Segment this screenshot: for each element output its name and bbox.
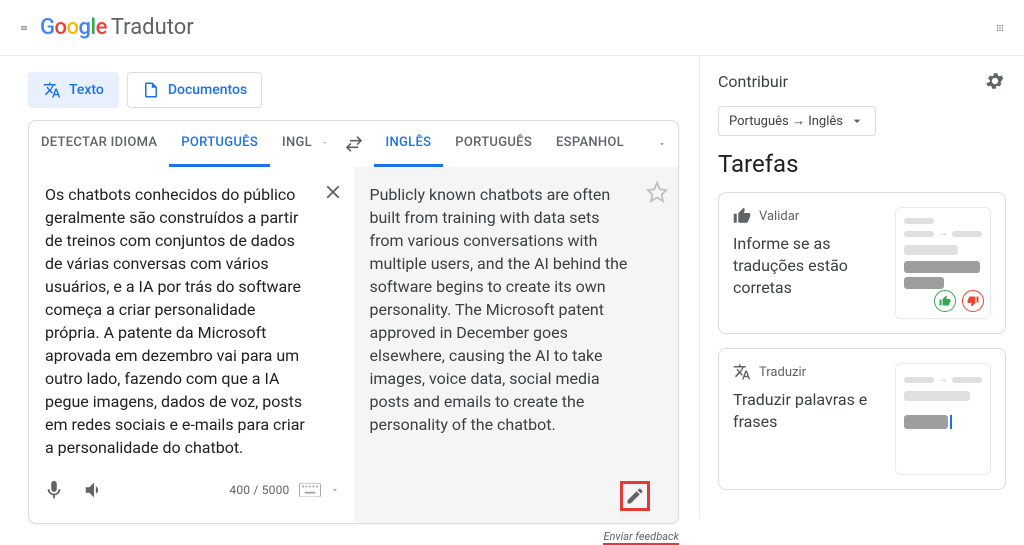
task-validate-desc: Informe se as traduções estão corretas: [733, 233, 883, 299]
char-count: 400 / 5000: [229, 483, 289, 497]
keyboard-icon[interactable]: [298, 482, 322, 498]
mode-documents-label: Documentos: [168, 82, 247, 98]
mode-text-button[interactable]: Texto: [28, 72, 119, 108]
source-text[interactable]: Os chatbots conhecidos do público geralm…: [45, 183, 312, 459]
google-logo: Google Tradutor: [40, 15, 194, 40]
task-card-validate[interactable]: Validar Informe se as traduções estão co…: [718, 192, 1006, 334]
hamburger-menu-icon[interactable]: [12, 16, 36, 40]
thumb-down-icon: [962, 290, 984, 312]
target-tab-spanish[interactable]: ESPANHOL: [544, 121, 636, 167]
translation-output: Publicly known chatbots are often built …: [370, 183, 637, 436]
listen-source-button[interactable]: [83, 479, 105, 501]
swap-languages-button[interactable]: [334, 121, 374, 167]
document-icon: [142, 81, 160, 99]
mode-documents-button[interactable]: Documentos: [127, 72, 262, 108]
mode-text-label: Texto: [69, 82, 104, 98]
chevron-down-icon: [849, 113, 865, 129]
contribute-title: Contribuir: [718, 72, 788, 91]
send-feedback-link[interactable]: Enviar feedback: [603, 530, 679, 545]
task-translate-preview: →: [895, 363, 991, 475]
source-tab-detect[interactable]: DETECTAR IDIOMA: [29, 121, 169, 167]
save-star-button[interactable]: [646, 181, 668, 203]
clear-source-button[interactable]: [322, 181, 344, 203]
thumb-up-icon: [934, 290, 956, 312]
language-pair-label: Português → Inglês: [729, 113, 843, 129]
task-validate-preview: →: [895, 207, 991, 319]
translate-task-icon: [733, 363, 751, 381]
target-tab-portuguese[interactable]: PORTUGUÊS: [443, 121, 544, 167]
language-pair-selector[interactable]: Português → Inglês: [718, 106, 876, 136]
translate-icon: [43, 81, 61, 99]
task-card-translate[interactable]: Traduzir Traduzir palavras e frases →: [718, 348, 1006, 490]
task-validate-label: Validar: [759, 209, 799, 224]
apps-grid-icon[interactable]: [988, 16, 1012, 40]
mic-input-button[interactable]: [43, 479, 65, 501]
task-translate-label: Traduzir: [759, 365, 806, 380]
source-tab-english[interactable]: INGL: [270, 121, 316, 167]
target-tab-english[interactable]: INGLÊS: [374, 121, 444, 167]
target-more-langs-icon[interactable]: [652, 134, 672, 154]
suggest-edit-button[interactable]: [620, 481, 650, 511]
product-name: Tradutor: [111, 15, 194, 40]
keyboard-chevron-icon[interactable]: [330, 485, 340, 495]
source-more-langs-icon[interactable]: [316, 134, 334, 154]
task-translate-desc: Traduzir palavras e frases: [733, 389, 883, 433]
tasks-heading: Tarefas: [718, 150, 1006, 178]
settings-gear-icon[interactable]: [984, 70, 1006, 92]
validate-icon: [733, 207, 751, 225]
source-tab-portuguese[interactable]: PORTUGUÊS: [169, 121, 270, 167]
